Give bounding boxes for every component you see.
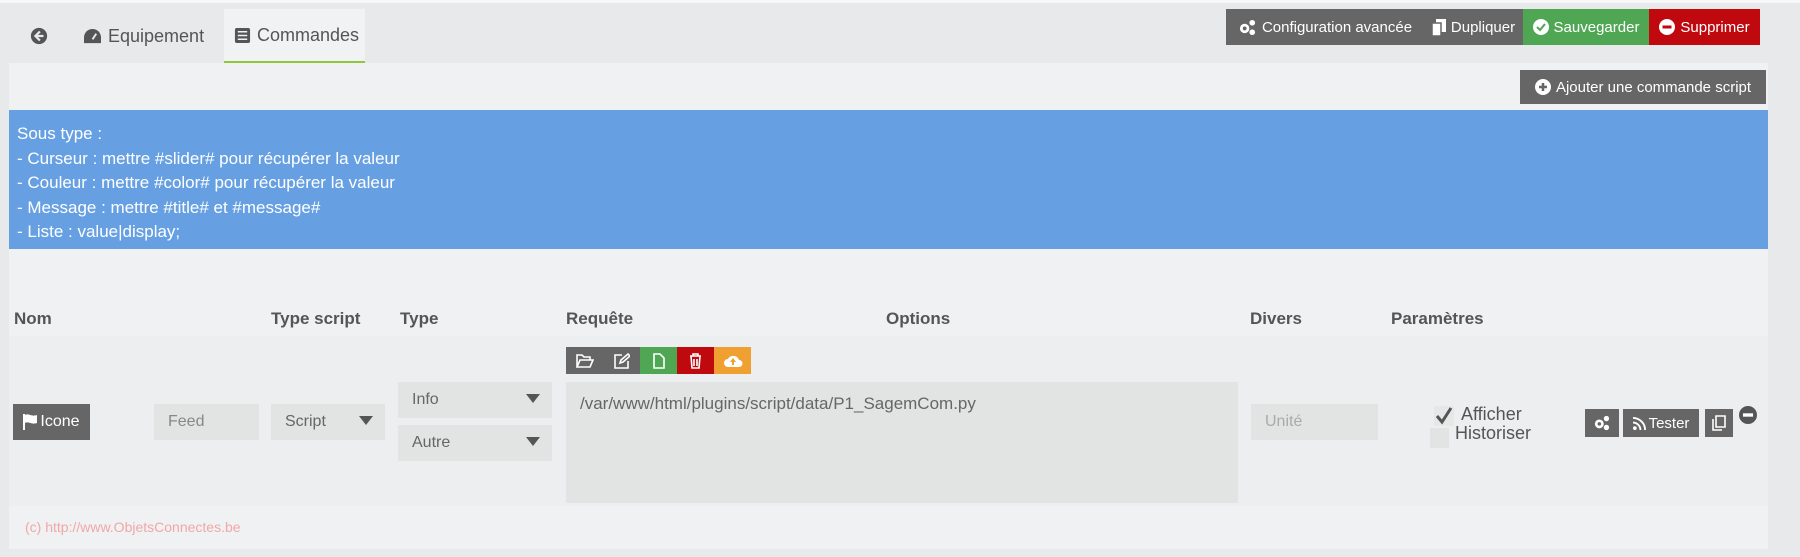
button-label: Sauvegarder bbox=[1553, 18, 1640, 36]
duplicate-command-button[interactable] bbox=[1705, 409, 1733, 437]
trash-icon bbox=[690, 352, 701, 369]
check-circle-icon bbox=[1532, 19, 1549, 35]
help-line: Sous type : bbox=[17, 124, 103, 143]
help-line: - Message : mettre #title# et #message# bbox=[17, 197, 321, 217]
afficher-label: Afficher bbox=[1461, 404, 1522, 424]
minus-circle-icon bbox=[1739, 406, 1757, 424]
remove-command-button[interactable] bbox=[1739, 406, 1757, 424]
request-toolbar bbox=[566, 347, 751, 374]
gears-icon bbox=[1239, 19, 1255, 35]
list-icon bbox=[234, 27, 251, 43]
top-strip bbox=[0, 0, 1800, 3]
browse-button[interactable] bbox=[566, 347, 603, 374]
caret-down-icon bbox=[359, 416, 373, 425]
copyright-watermark: (c) http://www.ObjetsConnectes.be bbox=[25, 519, 241, 535]
header-divers: Divers bbox=[1250, 309, 1302, 328]
flag-icon bbox=[23, 414, 38, 430]
minus-circle-icon bbox=[1659, 19, 1676, 35]
type-select[interactable]: Info bbox=[398, 382, 552, 418]
save-button[interactable]: Sauvegarder bbox=[1523, 9, 1649, 45]
icon-button[interactable]: Icone bbox=[13, 404, 90, 440]
upload-button[interactable] bbox=[714, 347, 751, 374]
delete-button[interactable]: Supprimer bbox=[1649, 9, 1760, 45]
button-label: Tester bbox=[1648, 414, 1690, 432]
delete-file-button[interactable] bbox=[677, 347, 714, 374]
cloud-upload-icon bbox=[723, 355, 742, 367]
command-config-button[interactable] bbox=[1585, 409, 1619, 437]
name-input[interactable]: Feed bbox=[154, 404, 259, 440]
header-type-script: Type script bbox=[271, 309, 361, 328]
subtype-select[interactable]: Autre bbox=[398, 425, 552, 461]
request-textarea[interactable]: /var/www/html/plugins/script/data/P1_Sag… bbox=[566, 382, 1238, 503]
select-value: Info bbox=[412, 391, 439, 408]
type-script-select[interactable]: Script bbox=[271, 404, 385, 440]
copy-icon bbox=[1712, 415, 1726, 431]
button-label: Icone bbox=[40, 413, 80, 430]
help-line: - Curseur : mettre #slider# pour récupér… bbox=[17, 148, 400, 168]
unit-input[interactable]: Unité bbox=[1251, 404, 1378, 440]
select-value: Script bbox=[285, 413, 326, 430]
tab-equipement[interactable]: Equipement bbox=[69, 9, 224, 63]
header-options: Options bbox=[886, 309, 951, 328]
select-value: Autre bbox=[412, 434, 451, 451]
tab-commandes[interactable]: Commandes bbox=[224, 9, 365, 63]
back-tab[interactable] bbox=[9, 9, 69, 63]
button-label: Configuration avancée bbox=[1261, 18, 1413, 36]
edit-icon bbox=[613, 352, 630, 369]
top-actions: Configuration avancée Dupliquer Sauvegar… bbox=[1226, 9, 1760, 45]
file-icon bbox=[652, 352, 665, 369]
duplicate-button[interactable]: Dupliquer bbox=[1424, 9, 1523, 45]
folder-open-icon bbox=[575, 353, 594, 368]
help-line: - Couleur : mettre #color# pour récupére… bbox=[17, 173, 395, 192]
tab-label: Commandes bbox=[257, 24, 360, 45]
help-line: - Liste : value|display; bbox=[17, 222, 181, 241]
add-command-button[interactable]: Ajouter une commande script bbox=[1520, 70, 1766, 104]
historiser-checkbox[interactable] bbox=[1430, 428, 1449, 448]
button-label: Ajouter une commande script bbox=[1555, 78, 1752, 96]
new-file-button[interactable] bbox=[640, 347, 677, 374]
advanced-config-button[interactable]: Configuration avancée bbox=[1226, 9, 1424, 45]
rss-icon bbox=[1632, 416, 1646, 430]
button-label: Supprimer bbox=[1680, 18, 1750, 36]
caret-down-icon bbox=[526, 394, 540, 403]
caret-down-icon bbox=[526, 437, 540, 446]
header-nom: Nom bbox=[14, 309, 52, 328]
edit-button[interactable] bbox=[603, 347, 640, 374]
dashboard-icon bbox=[84, 28, 101, 43]
historiser-label: Historiser bbox=[1455, 423, 1532, 443]
header-requete: Requête bbox=[566, 309, 634, 328]
plus-circle-icon bbox=[1534, 79, 1551, 95]
gears-icon bbox=[1594, 415, 1610, 431]
header-parametres: Paramètres bbox=[1391, 309, 1484, 328]
button-label: Dupliquer bbox=[1450, 18, 1516, 36]
subtype-help: Sous type : - Curseur : mettre #slider# … bbox=[9, 110, 1768, 249]
test-button[interactable]: Tester bbox=[1623, 409, 1699, 437]
afficher-checkbox[interactable] bbox=[1434, 406, 1454, 426]
arrow-left-circle-icon bbox=[30, 27, 48, 45]
header-type: Type bbox=[400, 309, 439, 328]
check-icon bbox=[1435, 407, 1453, 425]
tab-label: Equipement bbox=[108, 25, 205, 46]
copy-icon bbox=[1431, 18, 1446, 36]
